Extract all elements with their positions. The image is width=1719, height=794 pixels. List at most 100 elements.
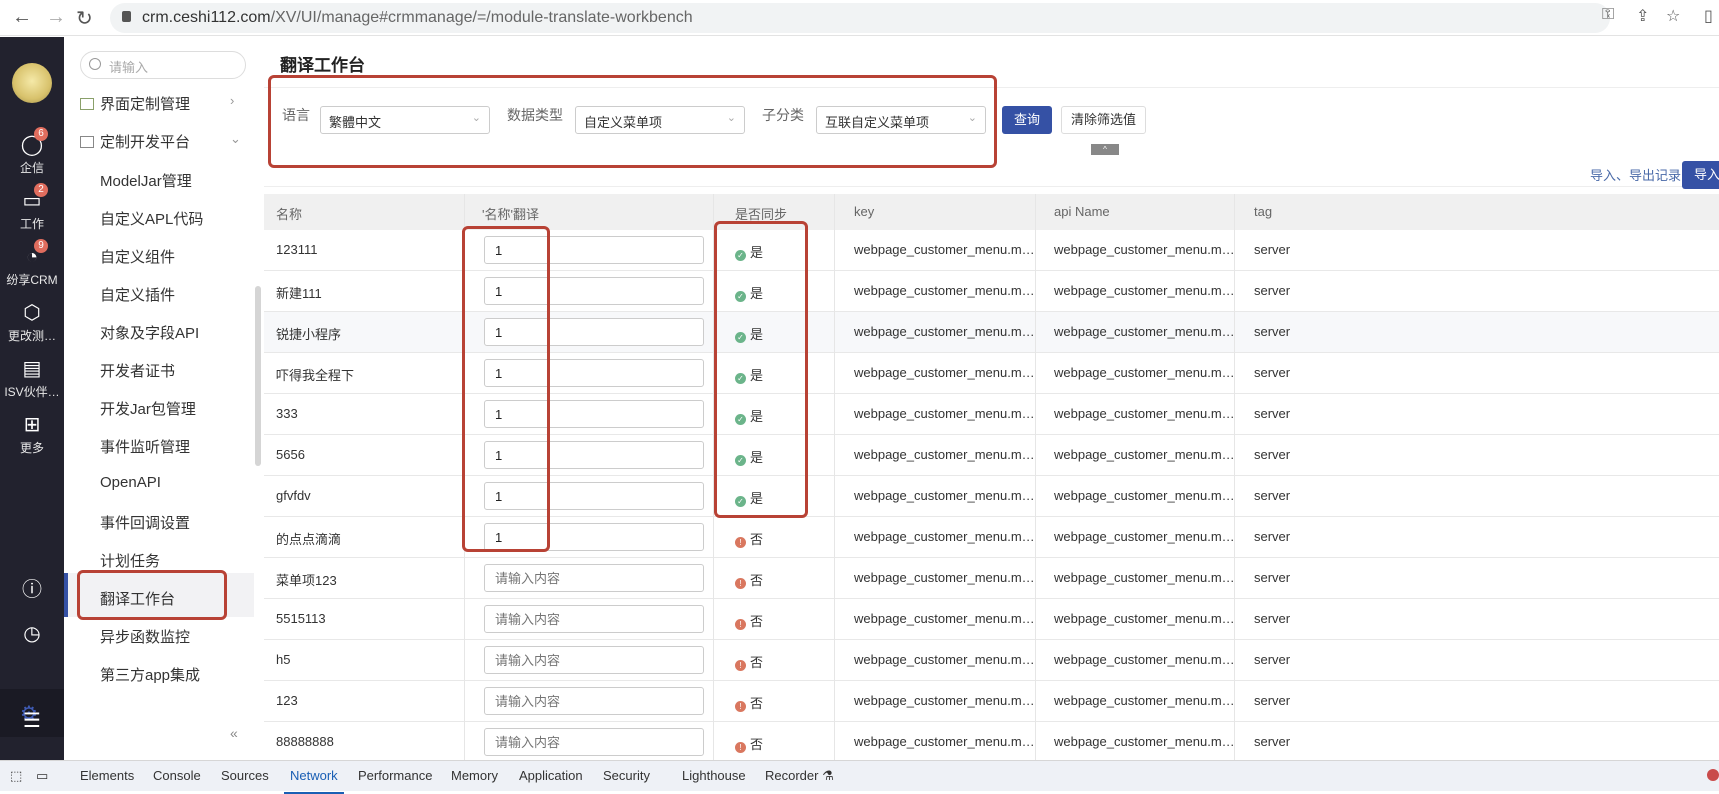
menu-item[interactable]: 开发Jar包管理 (100, 398, 196, 419)
menu-item[interactable]: 异步函数监控 (100, 626, 190, 647)
highlight-box (462, 226, 550, 552)
devtools-tab[interactable]: Application (519, 768, 583, 783)
key-cell: webpage_customer_menu.m… (854, 488, 1035, 503)
clock-icon: ◷ (23, 623, 41, 645)
exclamation-circle-icon: ! (735, 742, 746, 753)
collapse-filter-toggle[interactable]: ^ (1091, 144, 1119, 155)
menu-item[interactable]: 第三方app集成 (100, 664, 200, 685)
menu-item[interactable]: 事件回调设置 (100, 512, 190, 533)
menu-item[interactable]: ModelJar管理 (100, 170, 192, 191)
menu-item[interactable]: 事件监听管理 (100, 436, 190, 457)
chevron-down-icon: ⌄ (230, 131, 241, 146)
table-row: 88888888!否webpage_customer_menu.m…webpag… (264, 722, 1719, 763)
url-text: crm.ceshi112.com/XV/UI/manage#crmmanage/… (142, 9, 693, 26)
name-cell: 菜单项123 (276, 573, 337, 588)
history-button[interactable]: ◷ (0, 622, 64, 648)
rail-item-isv[interactable]: ▤ ISV伙伴… (0, 357, 64, 400)
clear-filters-button[interactable]: 清除筛选值 (1061, 106, 1146, 134)
import-button[interactable]: 导入 (1682, 161, 1719, 189)
sync-status: ! 否 (735, 529, 763, 548)
tag-cell: server (1254, 447, 1291, 462)
translation-input[interactable] (484, 728, 704, 756)
menu-item[interactable]: 自定义APL代码 (100, 208, 203, 229)
error-icon[interactable] (1707, 769, 1719, 781)
tag-cell: server (1254, 570, 1291, 585)
column-header: '名称'翻译 (482, 207, 539, 222)
menu-item[interactable]: 自定义插件 (100, 284, 175, 305)
query-button[interactable]: 查询 (1002, 106, 1052, 134)
key-cell: webpage_customer_menu.m… (854, 693, 1035, 708)
help-button[interactable]: ⓘ (0, 578, 64, 604)
star-icon[interactable]: ☆ (1666, 6, 1680, 26)
menu-item[interactable]: 计划任务 (100, 550, 160, 571)
inspect-icon[interactable]: ⬚ (10, 768, 22, 784)
rail-item-more[interactable]: ⊞ 更多 (0, 413, 64, 456)
contacts-button[interactable]: ☰ (0, 709, 64, 735)
unread-badge: 9 (34, 239, 48, 253)
devtools-tab-active[interactable]: Network (284, 768, 344, 794)
address-bar[interactable]: crm.ceshi112.com/XV/UI/manage#crmmanage/… (110, 3, 1610, 33)
sync-status: ! 否 (735, 652, 763, 671)
menu-item[interactable]: 自定义组件 (100, 246, 175, 267)
key-icon[interactable]: ⚿ (1602, 6, 1614, 24)
rail-label: 更改测… (7, 329, 56, 343)
key-cell: webpage_customer_menu.m… (854, 242, 1035, 257)
menu-scrollbar[interactable] (255, 286, 261, 466)
devtools-tab[interactable]: Performance (358, 768, 432, 783)
collapse-menu-button[interactable]: « (230, 725, 238, 741)
exclamation-circle-icon: ! (735, 578, 746, 589)
translation-input[interactable] (484, 605, 704, 633)
rail-label: 纷享CRM (6, 273, 58, 287)
back-icon[interactable]: ← (12, 6, 32, 29)
api-name-cell: webpage_customer_menu.m… (1054, 570, 1235, 585)
translation-input[interactable] (484, 687, 704, 715)
table-row: h5!否webpage_customer_menu.m…webpage_cust… (264, 640, 1719, 681)
devtools-tab[interactable]: Lighthouse (682, 768, 746, 783)
import-export-records-link[interactable]: 导入、导出记录 (1590, 165, 1681, 184)
sidebar-icon[interactable]: ▯ (1704, 6, 1713, 26)
menu-group-dev-platform[interactable]: 定制开发平台 ⌄ (80, 131, 241, 155)
menu-item[interactable]: OpenAPI (100, 474, 161, 491)
reload-icon[interactable]: ↻ (76, 6, 93, 31)
cube-icon: ⬡ (23, 302, 41, 324)
name-cell: 333 (276, 406, 298, 421)
menu-item[interactable]: 开发者证书 (100, 360, 175, 381)
devtools-tab[interactable]: Security (603, 768, 650, 783)
avatar[interactable] (12, 63, 52, 103)
forward-icon[interactable]: → (46, 6, 66, 29)
code-icon (80, 136, 94, 148)
rail-label: ISV伙伴… (4, 385, 60, 399)
translation-input[interactable] (484, 646, 704, 674)
rail-item-change-test[interactable]: ⬡ 更改测… (0, 301, 64, 344)
sync-label: 否 (750, 614, 764, 629)
key-cell: webpage_customer_menu.m… (854, 406, 1035, 421)
table-row: 菜单项123!否webpage_customer_menu.m…webpage_… (264, 558, 1719, 599)
column-header: api Name (1054, 204, 1110, 219)
api-name-cell: webpage_customer_menu.m… (1054, 324, 1235, 339)
name-cell: 吓得我全程下 (276, 368, 355, 383)
menu-search-input[interactable]: 请输入 (80, 51, 246, 79)
device-toggle-icon[interactable]: ▭ (36, 768, 48, 784)
rail-item-qixin[interactable]: ◯ 6 企信 (0, 127, 64, 176)
menu-group-ui-customization[interactable]: 界面定制管理 › (80, 93, 234, 117)
tag-cell: server (1254, 324, 1291, 339)
rail-item-work[interactable]: ▭ 2 工作 (0, 183, 64, 232)
menu-item[interactable]: 对象及字段API (100, 322, 199, 343)
tag-cell: server (1254, 611, 1291, 626)
share-icon[interactable]: ⇪ (1636, 6, 1649, 26)
key-cell: webpage_customer_menu.m… (854, 652, 1035, 667)
key-cell: webpage_customer_menu.m… (854, 447, 1035, 462)
name-cell: gfvfdv (276, 488, 311, 503)
rail-item-crm[interactable]: ◔ 9 纷享CRM (0, 239, 64, 288)
devtools-tab[interactable]: Memory (451, 768, 498, 783)
devtools-tab[interactable]: Sources (221, 768, 269, 783)
devtools-tab[interactable]: Recorder ⚗ (765, 768, 834, 784)
tag-cell: server (1254, 365, 1291, 380)
document-icon: ▤ (22, 358, 42, 380)
translation-input[interactable] (484, 564, 704, 592)
column-header: key (854, 204, 875, 219)
devtools-tabbar: ⬚ ▭ Elements Console Sources Network Per… (0, 760, 1719, 794)
devtools-tab[interactable]: Console (153, 768, 201, 783)
table-row: 123!否webpage_customer_menu.m…webpage_cus… (264, 681, 1719, 722)
devtools-tab[interactable]: Elements (80, 768, 134, 783)
